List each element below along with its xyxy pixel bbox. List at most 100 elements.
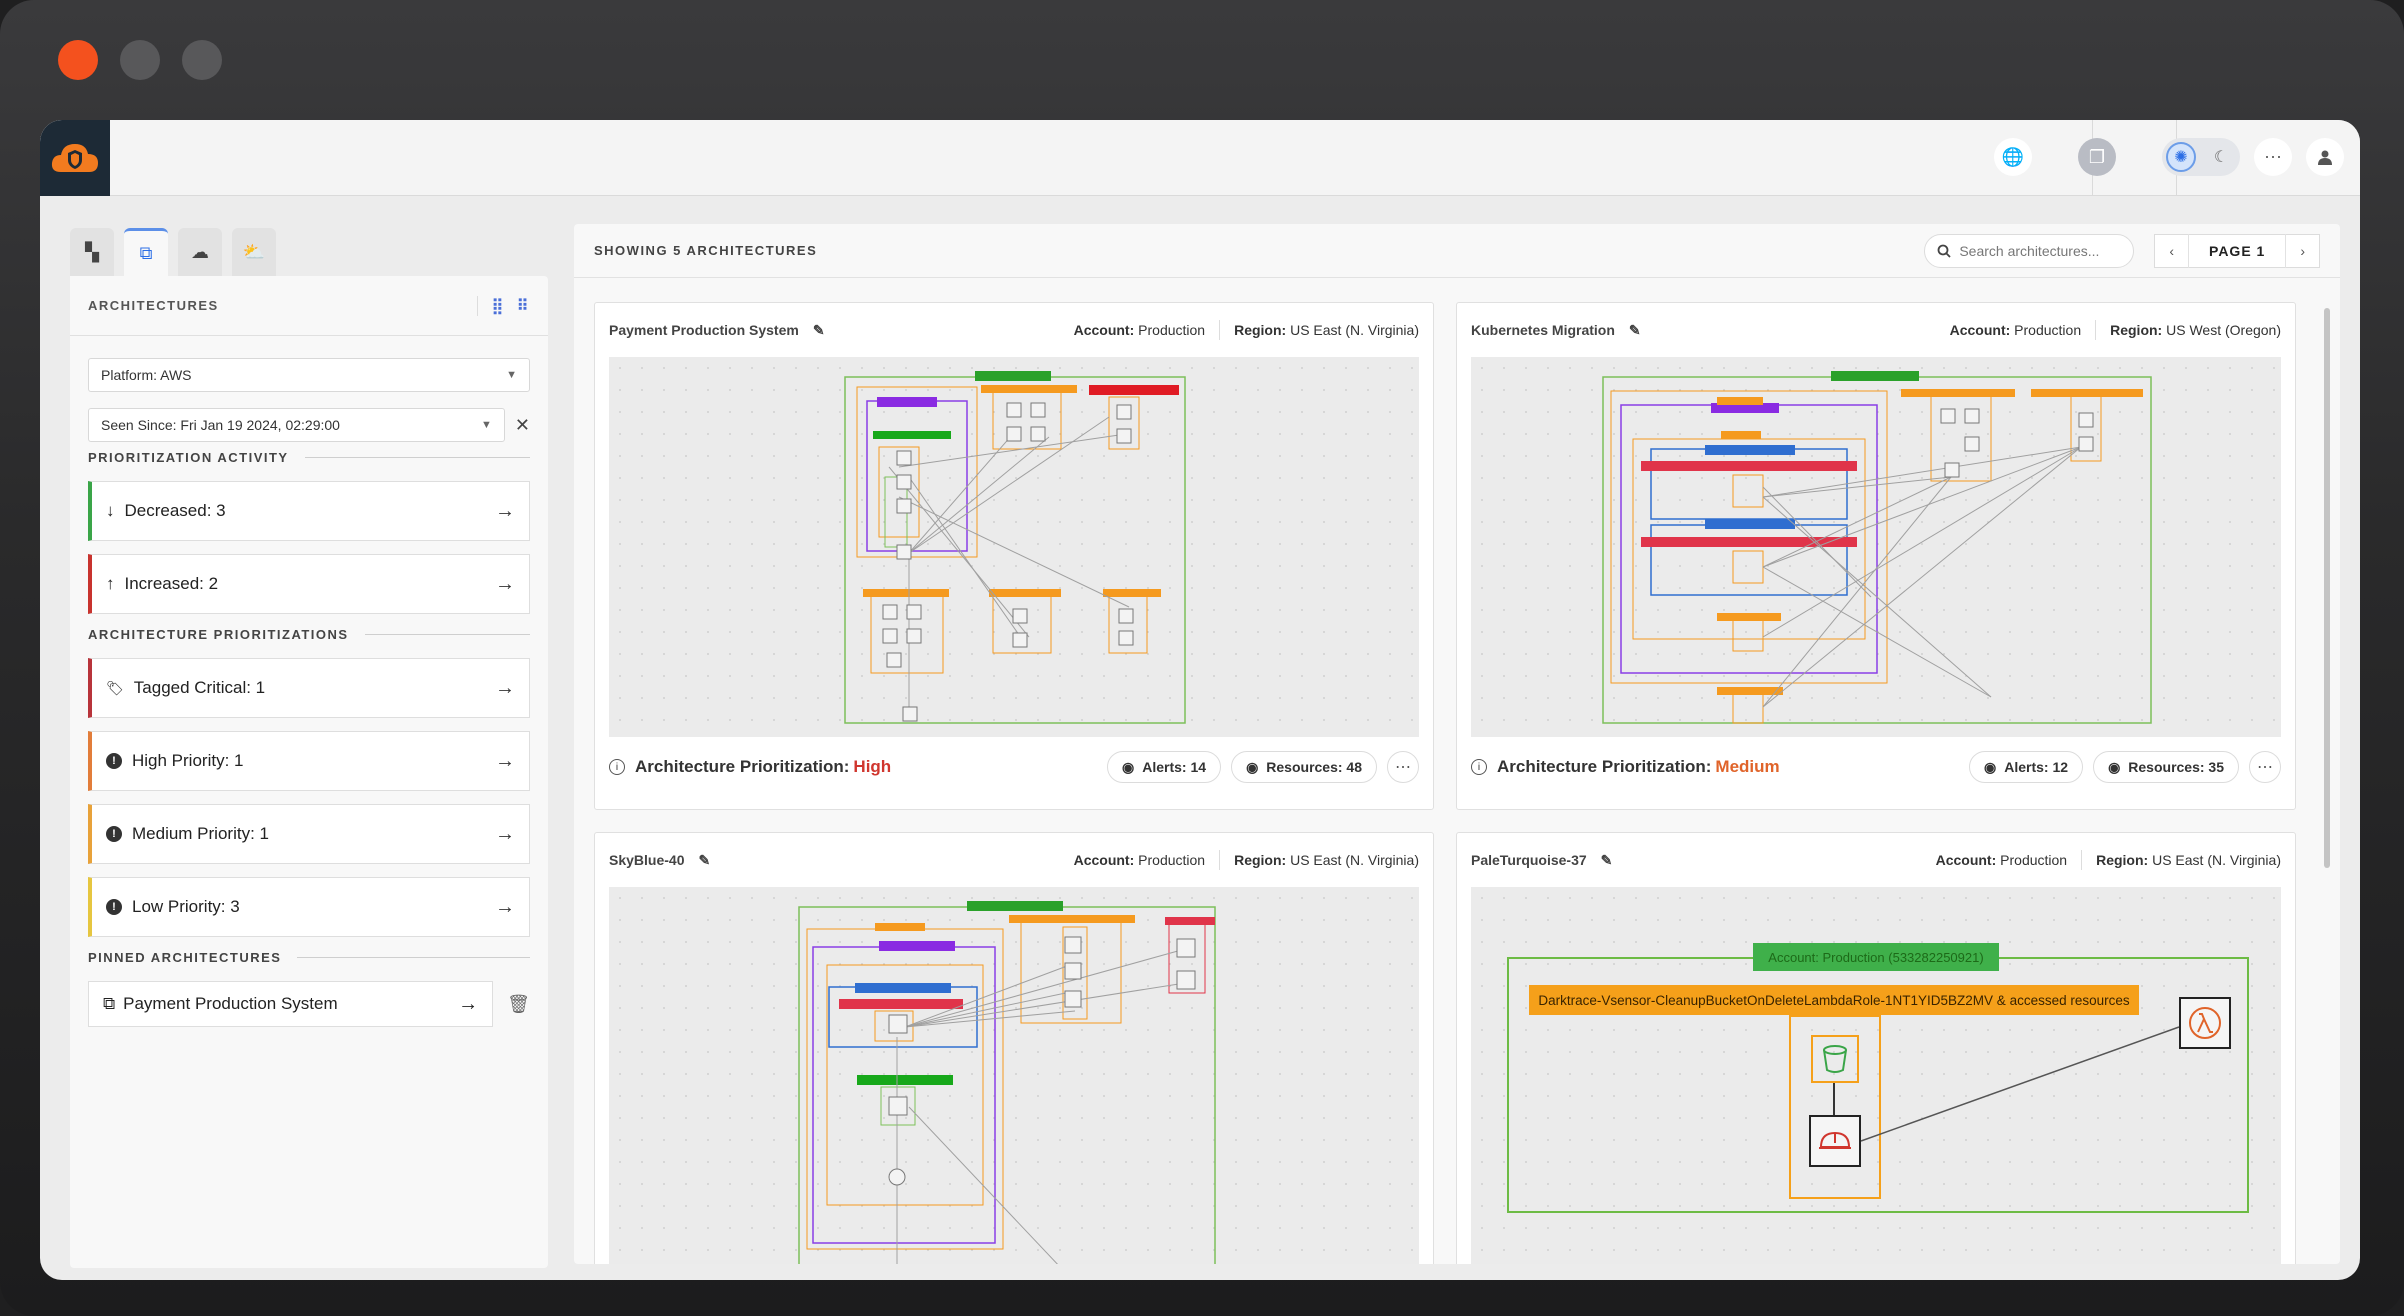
info-icon[interactable]: i	[609, 759, 625, 775]
app-window: 🌐 ❐ ✺ ☾ ⋯ ▚ ⧉ ☁ ⛅ ARCHITECTURES ⣿ ⠿ Plat…	[40, 120, 2360, 1280]
trash-icon[interactable]: 🗑	[507, 994, 530, 1015]
architecture-diagram[interactable]: Account: Production (533282250921) Darkt…	[1471, 887, 2281, 1264]
app-logo[interactable]	[40, 120, 110, 196]
close-window-button[interactable]	[58, 40, 98, 80]
activity-increased[interactable]: ↑ Increased: 2 →	[88, 554, 530, 614]
arrow-right-icon: →	[495, 499, 515, 522]
architecture-card[interactable]: Kubernetes Migration ✎ Account: Productio…	[1456, 302, 2296, 810]
dashboard-icon: ▚	[85, 241, 99, 262]
globe-icon[interactable]: 🌐	[1994, 138, 2032, 176]
architecture-count: SHOWING 5 ARCHITECTURES	[594, 243, 818, 258]
pinned-architecture[interactable]: ⧉ Payment Production System →	[88, 981, 494, 1027]
clear-filter-button[interactable]: ✕	[515, 415, 530, 436]
card-more-button[interactable]: ⋯	[2249, 751, 2281, 783]
architecture-diagram[interactable]	[609, 887, 1419, 1264]
prio-high[interactable]: ! High Priority: 1 →	[88, 731, 530, 791]
chevron-down-icon: ▼	[481, 419, 492, 431]
top-icons: 🌐 ❐ ✺ ☾ ⋯	[1994, 138, 2344, 176]
alerts-button[interactable]: ◉ Alerts: 12	[1969, 751, 2084, 783]
lambda-icon[interactable]	[2179, 997, 2231, 1049]
architecture-icon: ⧉	[139, 243, 153, 263]
moon-icon[interactable]: ☾	[2206, 142, 2236, 172]
tab-cloud[interactable]: ☁	[178, 228, 222, 276]
grid-large-icon[interactable]: ⣿	[492, 296, 505, 316]
top-bar: 🌐 ❐ ✺ ☾ ⋯	[40, 120, 2360, 196]
next-page-button[interactable]: ›	[2286, 243, 2319, 259]
arrow-right-icon: →	[495, 572, 515, 595]
activity-decreased[interactable]: ↓ Decreased: 3 →	[88, 481, 530, 541]
more-icon[interactable]: ⋯	[2254, 138, 2292, 176]
user-icon[interactable]	[2306, 138, 2344, 176]
arrow-right-icon: →	[495, 749, 515, 772]
activity-label: Increased: 2	[124, 574, 219, 593]
eye-icon: ◉	[1122, 758, 1135, 775]
prio-medium[interactable]: ! Medium Priority: 1 →	[88, 804, 530, 864]
tab-dashboard[interactable]: ▚	[70, 228, 114, 276]
sun-icon[interactable]: ✺	[2166, 142, 2196, 172]
pinned-label: Payment Production System	[123, 994, 338, 1013]
tab-cloud-search[interactable]: ⛅	[232, 228, 276, 276]
scrollbar[interactable]	[2324, 308, 2330, 868]
region-info: Region: US West (Oregon)	[2110, 322, 2281, 338]
architecture-card[interactable]: PaleTurquoise-37 ✎ Account: Production Re…	[1456, 832, 2296, 1264]
edit-icon[interactable]: ✎	[1629, 322, 1641, 339]
card-title: PaleTurquoise-37	[1471, 852, 1587, 868]
tab-architectures[interactable]: ⧉	[124, 228, 168, 276]
info-icon[interactable]: i	[1471, 759, 1487, 775]
arrow-right-icon: →	[495, 822, 515, 845]
tag-icon: 🏷	[106, 679, 124, 696]
pagination: ‹ PAGE 1 ›	[2154, 233, 2320, 268]
edit-icon[interactable]: ✎	[1601, 852, 1613, 869]
eye-icon: ◉	[2108, 758, 2121, 775]
section-title-pinned: PINNED ARCHITECTURES	[88, 950, 530, 965]
copy-icon[interactable]: ❐	[2078, 138, 2116, 176]
prio-label: High Priority: 1	[132, 751, 244, 770]
alerts-button[interactable]: ◉ Alerts: 14	[1107, 751, 1222, 783]
architecture-card[interactable]: Payment Production System ✎ Account: Prod…	[594, 302, 1434, 810]
prio-tagged-critical[interactable]: 🏷 Tagged Critical: 1 →	[88, 658, 530, 718]
arrow-right-icon: →	[495, 895, 515, 918]
shield-cloud-logo-icon	[51, 144, 98, 172]
device-frame: 🌐 ❐ ✺ ☾ ⋯ ▚ ⧉ ☁ ⛅ ARCHITECTURES ⣿ ⠿ Plat…	[0, 0, 2404, 1316]
sidebar-title: ARCHITECTURES	[88, 298, 219, 313]
edit-icon[interactable]: ✎	[813, 322, 825, 339]
prio-label: Medium Priority: 1	[132, 824, 269, 843]
edit-icon[interactable]: ✎	[698, 852, 710, 869]
platform-select[interactable]: Platform: AWS ▼	[88, 358, 530, 392]
resources-button[interactable]: ◉ Resources: 35	[2093, 751, 2239, 783]
maximize-window-button[interactable]	[182, 40, 222, 80]
prio-low[interactable]: ! Low Priority: 3 →	[88, 877, 530, 937]
architecture-card[interactable]: SkyBlue-40 ✎ Account: Production Region: …	[594, 832, 1434, 1264]
search-placeholder: Search architectures...	[1959, 242, 2100, 259]
sidebar: ▚ ⧉ ☁ ⛅ ARCHITECTURES ⣿ ⠿ Platform: AWS …	[70, 224, 548, 1268]
section-title-prioritizations: ARCHITECTURE PRIORITIZATIONS	[88, 627, 530, 642]
grid-small-icon[interactable]: ⠿	[517, 296, 530, 316]
account-info: Account: Production	[1073, 852, 1206, 868]
search-icon	[1937, 244, 1951, 258]
main-panel: SHOWING 5 ARCHITECTURES Search architect…	[574, 224, 2340, 1264]
resources-button[interactable]: ◉ Resources: 48	[1231, 751, 1377, 783]
region-info: Region: US East (N. Virginia)	[2096, 852, 2281, 868]
main-header: SHOWING 5 ARCHITECTURES Search architect…	[574, 224, 2340, 278]
eye-icon: ◉	[1984, 758, 1997, 775]
architecture-grid: Payment Production System ✎ Account: Prod…	[594, 302, 2304, 1264]
sidebar-header: ARCHITECTURES ⣿ ⠿	[70, 276, 548, 336]
seen-since-select[interactable]: Seen Since: Fri Jan 19 2024, 02:29:00 ▼	[88, 408, 505, 442]
activity-label: Decreased: 3	[124, 501, 226, 520]
seen-since-value: Seen Since: Fri Jan 19 2024, 02:29:00	[101, 417, 340, 433]
alert-circle-icon: !	[106, 899, 122, 915]
card-more-button[interactable]: ⋯	[1387, 751, 1419, 783]
account-info: Account: Production	[1935, 852, 2068, 868]
search-input[interactable]: Search architectures...	[1924, 233, 2135, 268]
card-title: SkyBlue-40	[609, 852, 685, 868]
card-title: Kubernetes Migration	[1471, 322, 1615, 338]
sidebar-tabs: ▚ ⧉ ☁ ⛅	[70, 224, 548, 276]
chevron-down-icon: ▼	[506, 369, 517, 381]
arrow-down-icon: ↓	[106, 501, 115, 520]
prioritization-level: Medium	[1715, 757, 1780, 776]
architecture-diagram[interactable]	[1471, 357, 2281, 737]
prev-page-button[interactable]: ‹	[2155, 243, 2188, 259]
architecture-diagram[interactable]	[609, 357, 1419, 737]
minimize-window-button[interactable]	[120, 40, 160, 80]
theme-toggle[interactable]: ✺ ☾	[2162, 138, 2240, 176]
